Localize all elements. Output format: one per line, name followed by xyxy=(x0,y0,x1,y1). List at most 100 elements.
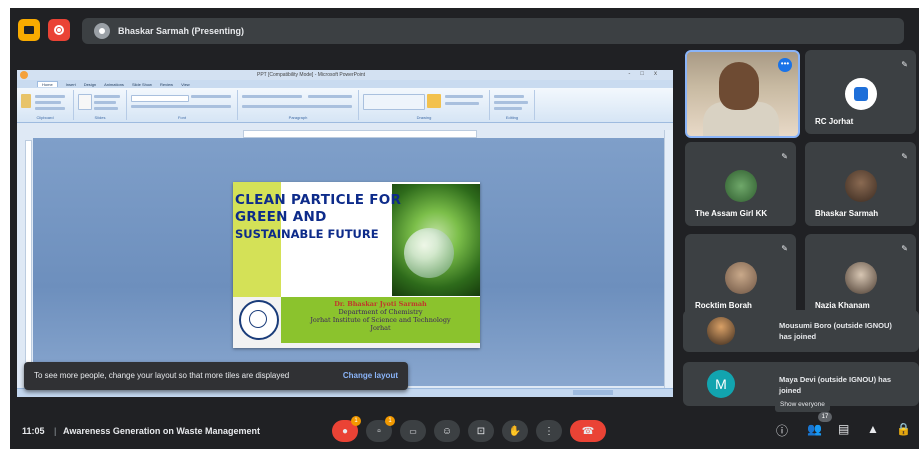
ppt-group-clipboard: Clipboard xyxy=(17,90,74,120)
presenter-name: Bhaskar Sarmah (Presenting) xyxy=(118,26,245,36)
ppt-ribbon: Clipboard Slides Font Paragraph Drawing … xyxy=(17,88,673,123)
slide-city: Jorhat xyxy=(370,324,391,332)
avatar xyxy=(707,317,735,345)
avatar xyxy=(724,170,757,202)
slide-department: Department of Chemistry xyxy=(338,308,423,316)
mic-off-icon: ✎ xyxy=(901,152,908,161)
participant-tile-self[interactable]: ••• xyxy=(685,50,800,138)
separator: | xyxy=(54,426,57,436)
ppt-group-paragraph: Paragraph xyxy=(238,90,359,120)
layout-snackbar: To see more people, change your layout s… xyxy=(24,362,408,390)
zoom-slider-icon xyxy=(573,390,613,395)
mic-off-icon: ● xyxy=(341,425,349,437)
people-count-badge: 17 xyxy=(818,412,832,422)
participant-name: Nazia Khanam xyxy=(815,301,870,310)
activities-button[interactable]: ▲ xyxy=(867,422,879,436)
person-icon xyxy=(99,28,105,34)
ppt-scrollbar xyxy=(664,130,673,390)
captions-button[interactable]: ▭ xyxy=(400,420,426,442)
globe-icon xyxy=(404,228,454,278)
window-controls-icon: -□x xyxy=(628,71,667,77)
ppt-window-title: PPT [Compatibility Mode] - Microsoft Pow… xyxy=(257,72,366,78)
ppt-tab-home: Home xyxy=(37,81,58,87)
clock: 11:05 xyxy=(22,426,45,436)
ppt-vertical-ruler xyxy=(25,140,32,382)
shared-screen: PPT [Compatibility Mode] - Microsoft Pow… xyxy=(17,70,673,397)
participant-name: Rocktim Borah xyxy=(695,301,752,310)
leave-call-button[interactable]: ☎ xyxy=(570,420,606,442)
ppt-group-label: Drawing xyxy=(416,115,432,120)
slide-author-name: Dr. Bhaskar Jyoti Sarmah xyxy=(334,300,427,308)
raise-hand-icon: ✋ xyxy=(508,425,522,437)
ppt-horizontal-ruler xyxy=(243,130,477,138)
ppt-group-slides: Slides xyxy=(74,90,127,120)
change-layout-button[interactable]: Change layout xyxy=(343,371,398,380)
slide-title: CLEAN PARTICLE FOR GREEN AND SUSTAINABLE… xyxy=(235,192,401,243)
mic-off-icon: ✎ xyxy=(781,244,788,253)
present-stop-button[interactable] xyxy=(18,19,40,41)
notification-text: Maya Devi (outside IGNOU) has joined xyxy=(779,375,892,395)
emoji-icon: ☺ xyxy=(441,425,453,437)
record-button[interactable] xyxy=(48,19,70,41)
ppt-group-label: Clipboard xyxy=(36,115,54,120)
ppt-ribbon-tabs: Home Insert Design Animations Slide Show… xyxy=(17,80,673,88)
ppt-group-label: Editing xyxy=(505,115,519,120)
participant-tile-rc-jorhat[interactable]: ✎ RC Jorhat xyxy=(805,50,916,134)
ppt-group-editing: Editing xyxy=(490,90,535,120)
participant-tile-rocktim[interactable]: ✎ Rocktim Borah xyxy=(685,234,796,318)
participant-tile-nazia[interactable]: ✎ Nazia Khanam xyxy=(805,234,916,318)
camera-button[interactable]: ▫ 1 xyxy=(366,416,395,442)
mic-off-icon: ✎ xyxy=(781,152,788,161)
show-everyone-tooltip: Show everyone xyxy=(775,398,830,412)
office-button-icon xyxy=(20,71,28,79)
participant-face xyxy=(719,62,759,110)
ppt-group-label: Font xyxy=(177,115,186,120)
microphone-button[interactable]: ● 1 xyxy=(332,416,361,442)
avatar: M xyxy=(707,370,735,398)
meet-window: Bhaskar Sarmah (Presenting) PPT [Compati… xyxy=(10,8,919,449)
ppt-tab-view: View xyxy=(181,81,190,87)
ppt-group-label: Slides xyxy=(94,115,106,120)
emoji-button[interactable]: ☺ xyxy=(434,420,460,442)
notification-text: Mousumi Boro (outside IGNOU) has joined xyxy=(779,321,892,341)
ppt-group-label: Paragraph xyxy=(288,115,308,120)
ppt-group-drawing: Drawing xyxy=(359,90,490,120)
institute-seal-icon xyxy=(239,300,279,340)
end-call-icon: ☎ xyxy=(581,425,595,437)
more-options-icon: ⋮ xyxy=(544,425,554,437)
presenter-avatar xyxy=(94,23,110,39)
raise-hand-button[interactable]: ✋ xyxy=(502,420,528,442)
ppt-tab-slide-show: Slide Show xyxy=(131,81,152,87)
presenter-banner: Bhaskar Sarmah (Presenting) xyxy=(82,18,904,44)
snackbar-message: To see more people, change your layout s… xyxy=(34,371,290,380)
meeting-info-button[interactable]: ⓘ xyxy=(776,422,788,439)
ppt-tab-insert: Insert xyxy=(65,81,76,87)
slide-institute: Jorhat Institute of Science and Technolo… xyxy=(310,316,451,324)
chat-button[interactable]: ▤ xyxy=(838,422,849,436)
ppt-tab-animations: Animations xyxy=(104,81,124,87)
ppt-tab-design: Design xyxy=(83,81,97,87)
participant-tile-bhaskar[interactable]: ✎ Bhaskar Sarmah xyxy=(805,142,916,226)
warning-badge: 1 xyxy=(351,416,361,426)
more-options-button[interactable]: ⋮ xyxy=(536,420,562,442)
host-controls-button[interactable]: 🔒 xyxy=(896,422,911,436)
avatar xyxy=(844,262,877,294)
camera-off-icon: ▫ xyxy=(377,425,381,437)
participant-name: The Assam Girl KK xyxy=(695,209,768,218)
record-icon xyxy=(54,25,64,35)
people-button[interactable]: 👥 xyxy=(807,422,822,436)
slide-author-block: Dr. Bhaskar Jyoti Sarmah Department of C… xyxy=(283,300,478,332)
presentation-icon xyxy=(24,26,34,34)
avatar xyxy=(844,78,877,110)
more-options-icon[interactable]: ••• xyxy=(778,58,792,72)
warning-badge: 1 xyxy=(385,416,395,426)
avatar xyxy=(844,170,877,202)
join-notification: Mousumi Boro (outside IGNOU) has joined xyxy=(683,310,919,352)
participant-name: Bhaskar Sarmah xyxy=(815,209,879,218)
ppt-group-font: Font xyxy=(127,90,238,120)
slide-globe-image xyxy=(392,184,480,296)
present-icon: ⊡ xyxy=(476,425,486,437)
present-button[interactable]: ⊡ xyxy=(468,420,494,442)
slide-title-line: GREEN AND xyxy=(235,209,327,225)
participant-tile-assam-girl[interactable]: ✎ The Assam Girl KK xyxy=(685,142,796,226)
